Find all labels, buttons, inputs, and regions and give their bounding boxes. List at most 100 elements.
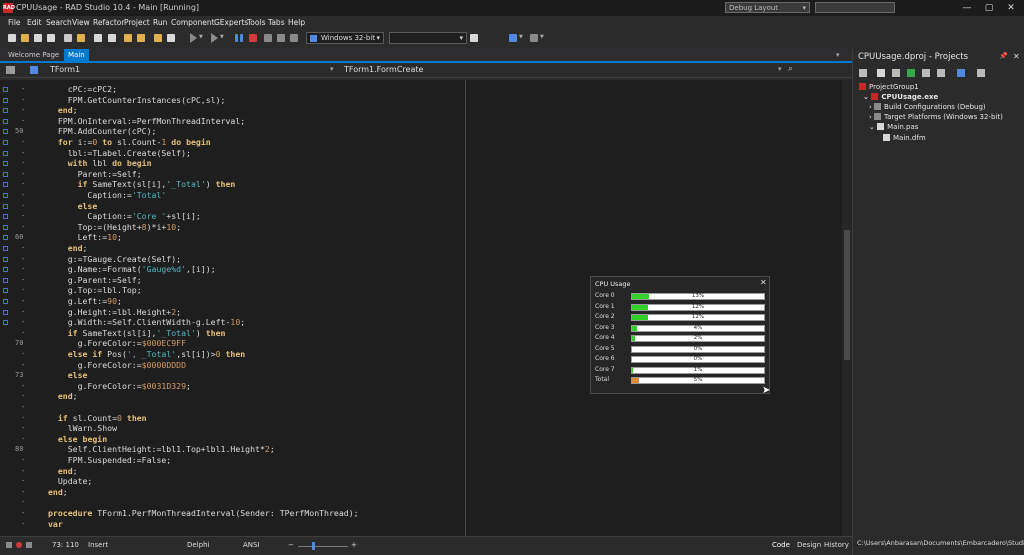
zoom-out-button[interactable]: − [288, 541, 294, 549]
code-line[interactable]: end; [48, 105, 78, 116]
code-line[interactable]: g.ForeColor:=$000EC9FF [48, 338, 186, 349]
code-line[interactable]: g.Width:=Self.ClientWidth-g.Left-10; [48, 317, 245, 328]
close-window-button[interactable]: ✕ [1000, 0, 1022, 16]
code-line[interactable]: end; [48, 487, 68, 498]
chevron-down-icon[interactable]: ▾ [330, 65, 334, 73]
add-icon[interactable] [877, 69, 885, 77]
code-line[interactable]: g:=TGauge.Create(Self); [48, 254, 181, 265]
tab-list-dropdown[interactable]: ▾ [836, 51, 840, 59]
breakpoint-marker[interactable] [3, 118, 8, 124]
encoding-indicator[interactable]: ANSI [243, 541, 260, 549]
editor-options-icon[interactable] [6, 66, 15, 74]
search-icon[interactable]: ⌕ [788, 64, 793, 74]
reopen-icon[interactable] [94, 34, 102, 42]
tab-history[interactable]: History [824, 541, 849, 549]
save-all-icon[interactable] [47, 34, 55, 42]
code-line[interactable]: else [48, 201, 98, 212]
code-line[interactable]: Parent:=Self; [48, 169, 142, 180]
menu-project[interactable]: Project [124, 16, 150, 29]
code-line[interactable]: if sl.Count=0 then [48, 413, 147, 424]
code-line[interactable]: Self.ClientHeight:=lbl1.Top+lbl1.Height*… [48, 444, 275, 455]
breakpoint-marker[interactable] [3, 182, 8, 188]
breakpoint-marker[interactable] [3, 277, 8, 283]
code-line[interactable]: else [48, 370, 88, 381]
breakpoint-marker[interactable] [3, 203, 8, 209]
chevron-down-icon[interactable]: ▼ [220, 34, 224, 40]
code-line[interactable]: lWarn.Show [48, 423, 117, 434]
scrollbar-thumb[interactable] [844, 230, 850, 360]
code-line[interactable]: end; [48, 391, 78, 402]
zoom-in-button[interactable]: + [351, 541, 357, 549]
tree-item-main-dfm[interactable]: Main.dfm [883, 133, 926, 143]
tree-item-main-pas[interactable]: ⌄ Main.pas [869, 122, 918, 132]
code-line[interactable]: g.Left:=90; [48, 296, 122, 307]
layout-select[interactable]: Debug Layout ▾ [725, 2, 810, 13]
step-over-icon[interactable] [264, 34, 272, 42]
menu-component[interactable]: Component [171, 16, 215, 29]
code-line[interactable]: FPM.Suspended:=False; [48, 455, 172, 466]
activate-icon[interactable] [859, 69, 867, 77]
breakpoint-marker[interactable] [3, 309, 8, 315]
code-line[interactable]: lbl:=TLabel.Create(Self); [48, 148, 191, 159]
code-line[interactable]: Caption:='Core '+sl[i]; [48, 211, 200, 222]
code-line[interactable]: Left:=10; [48, 232, 122, 243]
save-icon[interactable] [34, 34, 42, 42]
zoom-slider[interactable] [298, 546, 348, 547]
code-line[interactable]: if SameText(sl[i],'_Total') then [48, 328, 226, 339]
trace-into-icon[interactable] [277, 34, 285, 42]
tab-code[interactable]: Code [772, 541, 790, 549]
tree-item-projectgroup[interactable]: ProjectGroup1 [859, 82, 919, 92]
open-project-icon[interactable] [77, 34, 85, 42]
tab-design[interactable]: Design [797, 541, 821, 549]
breakpoint-marker[interactable] [3, 161, 8, 167]
menu-run[interactable]: Run [153, 16, 167, 29]
forward-icon[interactable] [530, 34, 538, 42]
tab-welcome-page[interactable]: Welcome Page [4, 49, 63, 61]
breakpoint-marker[interactable] [3, 129, 8, 135]
breakpoint-marker[interactable] [3, 87, 8, 92]
code-line[interactable]: with lbl do begin [48, 158, 152, 169]
collapse-icon[interactable] [922, 69, 930, 77]
code-line[interactable]: FPM.GetCounterInstances(cPC,sl); [48, 95, 226, 106]
menu-edit[interactable]: Edit [27, 16, 42, 29]
add-to-project-icon[interactable] [108, 34, 116, 42]
code-line[interactable]: FPM.OnInterval:=PerfMonThreadInterval; [48, 116, 245, 127]
chevron-down-icon[interactable]: ▾ [778, 65, 782, 73]
view-unit-icon[interactable] [137, 34, 145, 42]
menu-help[interactable]: Help [288, 16, 305, 29]
stop-icon[interactable] [249, 34, 257, 42]
breakpoint-marker[interactable] [3, 320, 8, 326]
code-line[interactable]: procedure TForm1.PerfMonThreadInterval(S… [48, 508, 359, 519]
chevron-down-icon[interactable]: ▼ [519, 34, 523, 40]
code-line[interactable]: g.Parent:=Self; [48, 275, 142, 286]
minimize-button[interactable]: — [956, 0, 978, 16]
code-line[interactable]: g.ForeColor:=$0031D329; [48, 381, 191, 392]
code-line[interactable]: g.Name:=Format('Gauge%d',[i]); [48, 264, 216, 275]
method-combo[interactable]: TForm1.FormCreate [344, 65, 423, 74]
tree-item-target-platforms[interactable]: › Target Platforms (Windows 32-bit) [869, 112, 1003, 122]
toggle-form-unit-icon[interactable] [167, 34, 175, 42]
breakpoint-marker[interactable] [3, 288, 8, 294]
code-line[interactable]: for i:=0 to sl.Count-1 do begin [48, 137, 211, 148]
breakpoint-marker[interactable] [3, 235, 8, 241]
menu-tabs[interactable]: Tabs [268, 16, 285, 29]
maximize-button[interactable]: ▢ [978, 0, 1000, 16]
open-file-icon[interactable] [21, 34, 29, 42]
record-macro-icon[interactable] [16, 542, 22, 548]
pin-icon[interactable]: 📌 [999, 52, 1008, 60]
breakpoint-marker[interactable] [3, 246, 8, 251]
menu-view[interactable]: View [72, 16, 90, 29]
chevron-down-icon[interactable]: ▼ [540, 34, 544, 40]
remove-icon[interactable] [892, 69, 900, 77]
code-line[interactable]: var [48, 519, 63, 530]
code-line[interactable]: end; [48, 243, 88, 254]
sync-icon[interactable] [907, 69, 915, 77]
code-line[interactable]: Top:=(Height+8)*i+10; [48, 222, 182, 233]
menu-refactor[interactable]: Refactor [93, 16, 124, 29]
new-file-icon[interactable] [8, 34, 16, 42]
code-line[interactable]: g.Height:=lbl.Height+2; [48, 307, 181, 318]
breakpoint-marker[interactable] [3, 97, 8, 103]
run-to-cursor-icon[interactable] [290, 34, 298, 42]
code-line[interactable]: g.Top:=lbl.Top; [48, 285, 142, 296]
back-icon[interactable] [509, 34, 517, 42]
